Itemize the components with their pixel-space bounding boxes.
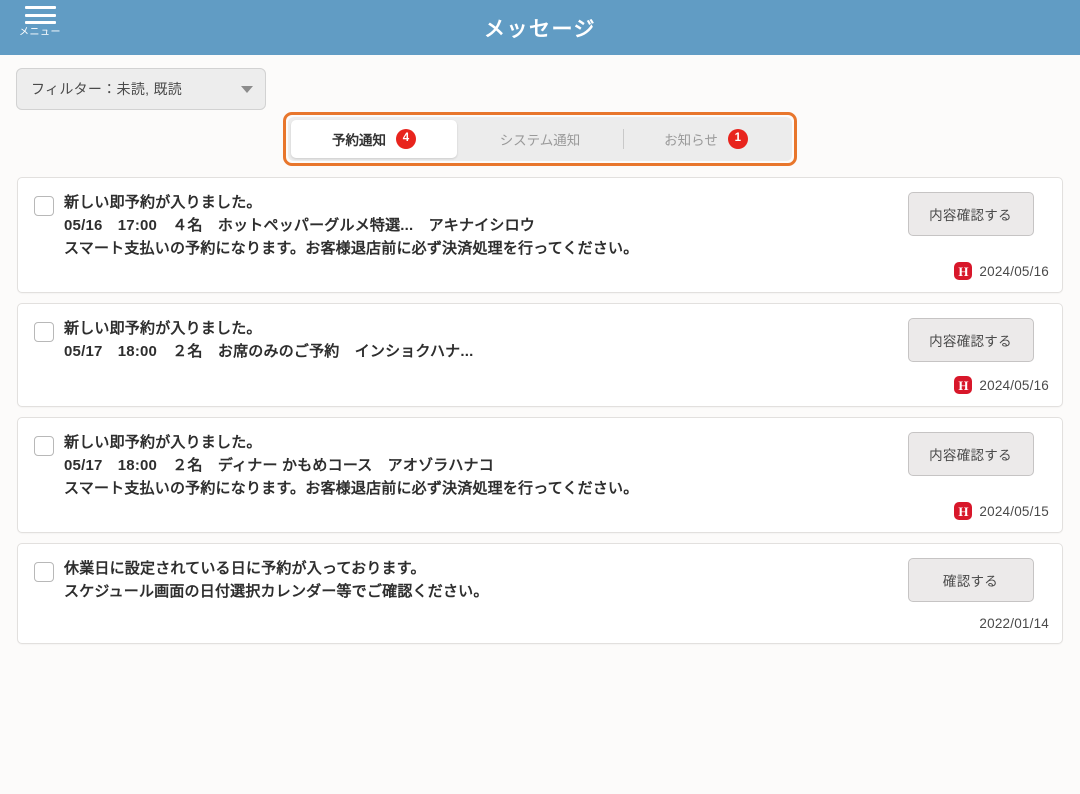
message-date-row: H 2024/05/16 bbox=[954, 362, 1049, 394]
tab-1[interactable]: 予約通知 4 bbox=[291, 120, 457, 158]
message-line: 新しい即予約が入りました。 bbox=[64, 434, 262, 451]
hotpepper-icon: H bbox=[954, 502, 973, 520]
tab-label: 予約通知 bbox=[332, 133, 386, 148]
message-date-row: H 2024/05/15 bbox=[954, 488, 1049, 520]
message-line: 05/16 17:00 ４名 ホットペッパーグルメ特選... アキナイシロウ bbox=[64, 217, 536, 234]
message-line: 05/17 18:00 ２名 ディナー かもめコース アオゾラハナコ bbox=[64, 457, 494, 474]
message-content: 新しい即予約が入りました。 05/17 18:00 ２名 お席のみのご予約 インシ… bbox=[18, 318, 892, 394]
message-line: 05/17 18:00 ２名 お席のみのご予約 インショクハナ... bbox=[64, 343, 474, 360]
message-checkbox[interactable] bbox=[34, 562, 54, 582]
hamburger-icon bbox=[24, 4, 56, 24]
message-line: 休業日に設定されている日に予約が入っております。 bbox=[64, 560, 426, 577]
tab-badge: 4 bbox=[396, 129, 416, 149]
message-card[interactable]: 新しい即予約が入りました。 05/17 18:00 ２名 ディナー かもめコース … bbox=[17, 417, 1063, 533]
filter-row: フィルター：未読, 既読 bbox=[0, 55, 1080, 110]
menu-label: メニュー bbox=[19, 27, 61, 38]
message-actions: 内容確認する H 2024/05/15 bbox=[892, 432, 1062, 520]
message-content: 新しい即予約が入りました。 05/16 17:00 ４名 ホットペッパーグルメ特選… bbox=[18, 192, 892, 280]
message-card[interactable]: 新しい即予約が入りました。 05/17 18:00 ２名 お席のみのご予約 インシ… bbox=[17, 303, 1063, 407]
tab-divider bbox=[623, 129, 624, 149]
message-line: スケジュール画面の日付選択カレンダー等でご確認ください。 bbox=[64, 583, 489, 600]
message-line: 新しい即予約が入りました。 bbox=[64, 194, 262, 211]
tab-2[interactable]: システム通知 bbox=[457, 120, 623, 158]
hotpepper-icon: H bbox=[954, 262, 973, 280]
tabs-container: 予約通知 4 システム通知 お知らせ 1 bbox=[0, 112, 1080, 166]
page-title: メッセージ bbox=[483, 17, 597, 41]
hotpepper-icon: H bbox=[954, 376, 973, 394]
confirm-button[interactable]: 確認する bbox=[907, 558, 1034, 602]
message-text: 休業日に設定されている日に予約が入っております。スケジュール画面の日付選択カレン… bbox=[64, 558, 489, 631]
message-text: 新しい即予約が入りました。 05/17 18:00 ２名 お席のみのご予約 インシ… bbox=[64, 318, 473, 394]
message-content: 新しい即予約が入りました。 05/17 18:00 ２名 ディナー かもめコース … bbox=[18, 432, 892, 520]
filter-label: フィルター：未読, 既読 bbox=[31, 81, 183, 97]
message-actions: 確認する 2022/01/14 bbox=[892, 558, 1062, 631]
message-date: 2022/01/14 bbox=[979, 616, 1049, 631]
message-actions: 内容確認する H 2024/05/16 bbox=[892, 318, 1062, 394]
message-actions: 内容確認する H 2024/05/16 bbox=[892, 192, 1062, 280]
tab-label: システム通知 bbox=[499, 133, 581, 148]
message-line: スマート支払いの予約になります。お客様退店前に必ず決済処理を行ってください。 bbox=[64, 480, 639, 497]
message-date: 2024/05/16 bbox=[979, 377, 1049, 393]
tab-label: お知らせ bbox=[664, 133, 718, 148]
message-card[interactable]: 休業日に設定されている日に予約が入っております。スケジュール画面の日付選択カレン… bbox=[17, 543, 1063, 644]
message-text: 新しい即予約が入りました。 05/16 17:00 ４名 ホットペッパーグルメ特選… bbox=[64, 192, 638, 280]
tabs-focus-ring: 予約通知 4 システム通知 お知らせ 1 bbox=[283, 112, 797, 166]
chevron-down-icon bbox=[241, 85, 253, 93]
confirm-button[interactable]: 内容確認する bbox=[907, 432, 1034, 476]
message-card[interactable]: 新しい即予約が入りました。 05/16 17:00 ４名 ホットペッパーグルメ特選… bbox=[17, 177, 1063, 293]
message-checkbox[interactable] bbox=[34, 196, 54, 216]
message-checkbox[interactable] bbox=[34, 436, 54, 456]
tab-3[interactable]: お知らせ 1 bbox=[623, 120, 789, 158]
message-date-row: H 2024/05/16 bbox=[954, 248, 1049, 280]
message-line: 新しい即予約が入りました。 bbox=[64, 320, 262, 337]
menu-button[interactable]: メニュー bbox=[14, 4, 66, 39]
tab-bar: 予約通知 4 システム通知 お知らせ 1 bbox=[288, 117, 792, 161]
message-list: 新しい即予約が入りました。 05/16 17:00 ４名 ホットペッパーグルメ特選… bbox=[0, 166, 1080, 644]
message-date: 2024/05/15 bbox=[979, 503, 1049, 519]
tab-badge: 1 bbox=[727, 129, 748, 149]
message-date: 2024/05/16 bbox=[979, 263, 1049, 279]
message-line: スマート支払いの予約になります。お客様退店前に必ず決済処理を行ってください。 bbox=[64, 240, 639, 257]
message-text: 新しい即予約が入りました。 05/17 18:00 ２名 ディナー かもめコース … bbox=[64, 432, 638, 520]
message-date-row: 2022/01/14 bbox=[979, 602, 1049, 631]
message-checkbox[interactable] bbox=[34, 322, 54, 342]
message-content: 休業日に設定されている日に予約が入っております。スケジュール画面の日付選択カレン… bbox=[18, 558, 892, 631]
filter-dropdown[interactable]: フィルター：未読, 既読 bbox=[16, 68, 266, 110]
confirm-button[interactable]: 内容確認する bbox=[907, 192, 1034, 236]
app-header: メニュー メッセージ bbox=[0, 0, 1080, 55]
confirm-button[interactable]: 内容確認する bbox=[907, 318, 1034, 362]
